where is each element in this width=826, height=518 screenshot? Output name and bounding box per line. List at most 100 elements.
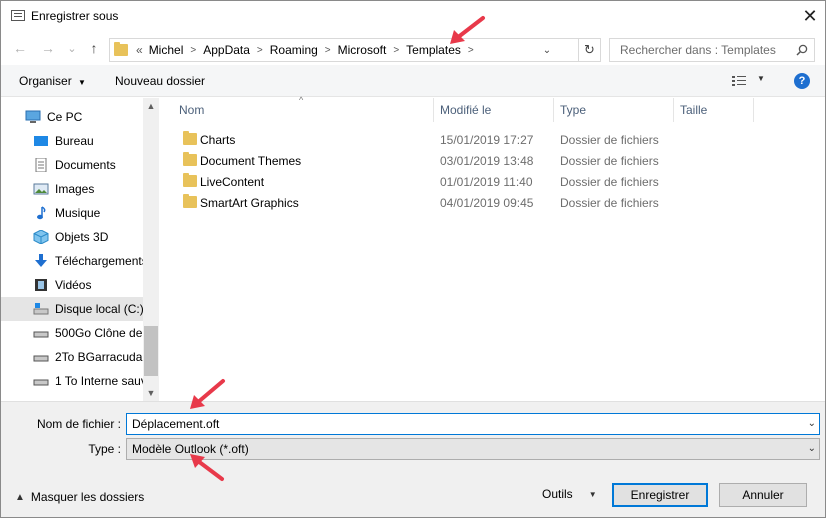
up-folder-icon[interactable]: ↑ [85,39,103,57]
breadcrumb-templates[interactable]: Templates [406,43,461,57]
desktop-icon [33,134,49,148]
column-header-modified[interactable]: Modifié le [422,98,542,122]
chevron-down-icon[interactable]: ⌄ [538,39,556,61]
command-toolbar: Organiser ▼ Nouveau dossier ▼ ? [1,65,825,97]
scroll-down-icon[interactable]: ▼ [143,385,159,401]
sidebar-item-ce-pc[interactable]: Ce PC [1,105,143,129]
save-button[interactable]: Enregistrer [612,483,708,507]
sidebar-item-disque-local[interactable]: Disque local (C:) [1,297,143,321]
tools-button[interactable]: Outils ▼ [542,487,597,501]
column-divider[interactable] [753,98,754,122]
sidebar-item-label: Documents [55,158,116,172]
sidebar-item-label: Disque local (C:) [55,302,143,316]
file-date: 15/01/2019 17:27 [440,133,534,147]
table-row[interactable]: Charts 15/01/2019 17:27 Dossier de fichi… [171,129,731,150]
hide-folders-button[interactable]: ▲ Masquer les dossiers [15,490,144,504]
recent-locations-icon[interactable]: ⌄ [63,39,81,57]
sidebar-item-label: 500Go Clône de [55,326,143,340]
dialog-icon [11,10,25,21]
refresh-icon[interactable]: ↻ [579,38,601,62]
drive-icon [33,302,49,316]
filename-field[interactable]: Déplacement.oft ⌄ [126,413,820,435]
chevron-right-icon[interactable]: > [325,45,331,56]
table-row[interactable]: SmartArt Graphics 04/01/2019 09:45 Dossi… [171,192,731,213]
scroll-up-icon[interactable]: ▲ [143,98,159,114]
sidebar-item-2to[interactable]: 2To BGarracuda [1,345,143,369]
close-button[interactable]: ✕ [795,1,825,32]
file-name: Document Themes [200,154,302,168]
sidebar-item-label: Bureau [55,134,94,148]
chevron-up-icon: ▲ [15,491,25,503]
file-date: 03/01/2019 13:48 [440,154,534,168]
view-options-icon[interactable] [731,74,747,88]
sidebar-scrollbar[interactable]: ▲ ▼ [143,98,159,401]
sidebar-item-bureau[interactable]: Bureau [1,129,143,153]
file-name: Charts [200,133,236,147]
sidebar-item-telechargements[interactable]: Téléchargements [1,249,143,273]
search-input[interactable]: Rechercher dans : Templates [609,38,815,62]
sidebar-item-label: Vidéos [55,278,92,292]
breadcrumb-label: Templates [406,43,461,57]
sidebar-item-label: Images [55,182,95,196]
column-header-type[interactable]: Type [542,98,662,122]
sidebar-item-objets-3d[interactable]: Objets 3D [1,225,143,249]
sidebar-item-500go[interactable]: 500Go Clône de [1,321,143,345]
organize-button[interactable]: Organiser ▼ [19,74,86,88]
back-icon[interactable]: ← [11,39,29,57]
sidebar-item-1to[interactable]: 1 To Interne sauv [1,369,143,393]
chevron-right-icon[interactable]: > [393,45,399,56]
help-icon[interactable]: ? [794,73,810,89]
folder-icon [114,42,128,56]
save-as-dialog: Enregistrer sous ✕ ← → ⌄ ↑ « Michel > Ap… [0,0,826,518]
scrollbar-thumb[interactable] [144,326,158,376]
sidebar-item-label: 2To BGarracuda [55,350,143,364]
sidebar-item-videos[interactable]: Vidéos [1,273,143,297]
type-label: Type : [88,442,121,456]
filename-value: Déplacement.oft [132,417,220,431]
music-icon [33,206,49,220]
organize-label: Organiser [19,74,72,88]
file-date: 01/01/2019 11:40 [440,175,533,189]
documents-icon [33,157,49,173]
forward-icon[interactable]: → [39,39,57,57]
chevron-right-icon[interactable]: > [190,45,196,56]
breadcrumb-roaming[interactable]: Roaming [270,43,318,57]
tools-label: Outils [542,487,573,501]
cancel-button[interactable]: Annuler [719,483,807,507]
sidebar-item-label: Objets 3D [55,230,109,244]
chevron-down-icon[interactable]: ⌄ [808,418,816,429]
chevron-right-icon[interactable]: > [257,45,263,56]
chevron-down-icon[interactable]: ⌄ [808,443,816,454]
search-icon[interactable] [796,44,808,56]
chevron-right-icon[interactable]: > [468,45,474,56]
table-row[interactable]: Document Themes 03/01/2019 13:48 Dossier… [171,150,731,171]
view-dropdown-icon[interactable]: ▼ [757,74,765,83]
file-type: Dossier de fichiers [560,133,659,147]
sidebar-item-documents[interactable]: Documents [1,153,143,177]
sidebar-item-label: Musique [55,206,101,220]
column-header-name[interactable]: Nom [161,98,433,122]
sidebar-item-musique[interactable]: Musique [1,201,143,225]
images-icon [33,182,49,196]
computer-icon [25,110,41,124]
table-row[interactable]: LiveContent 01/01/2019 11:40 Dossier de … [171,171,731,192]
sidebar-item-images[interactable]: Images [1,177,143,201]
column-header-size[interactable]: Taille [662,98,752,122]
breadcrumb-appdata[interactable]: AppData [203,43,250,57]
navigation-pane: Ce PC Bureau Documents Images Musique Ob… [1,98,159,401]
sidebar-item-label: Téléchargements [55,254,143,268]
address-bar[interactable]: « Michel > AppData > Roaming > Microsoft… [109,38,579,62]
breadcrumb-label: AppData [203,43,250,57]
breadcrumb-microsoft[interactable]: Microsoft [338,43,387,57]
overflow-icon[interactable]: « [136,43,143,57]
folder-icon [183,194,197,208]
cube-icon [33,229,49,245]
file-name: SmartArt Graphics [200,196,299,210]
file-type: Dossier de fichiers [560,154,659,168]
breadcrumb-michel[interactable]: Michel [149,43,184,57]
sidebar-item-label: Ce PC [47,110,83,124]
file-type-select[interactable]: Modèle Outlook (*.oft) ⌄ [126,438,820,460]
folder-icon [183,173,197,187]
file-date: 04/01/2019 09:45 [440,196,534,210]
new-folder-button[interactable]: Nouveau dossier [115,74,205,88]
